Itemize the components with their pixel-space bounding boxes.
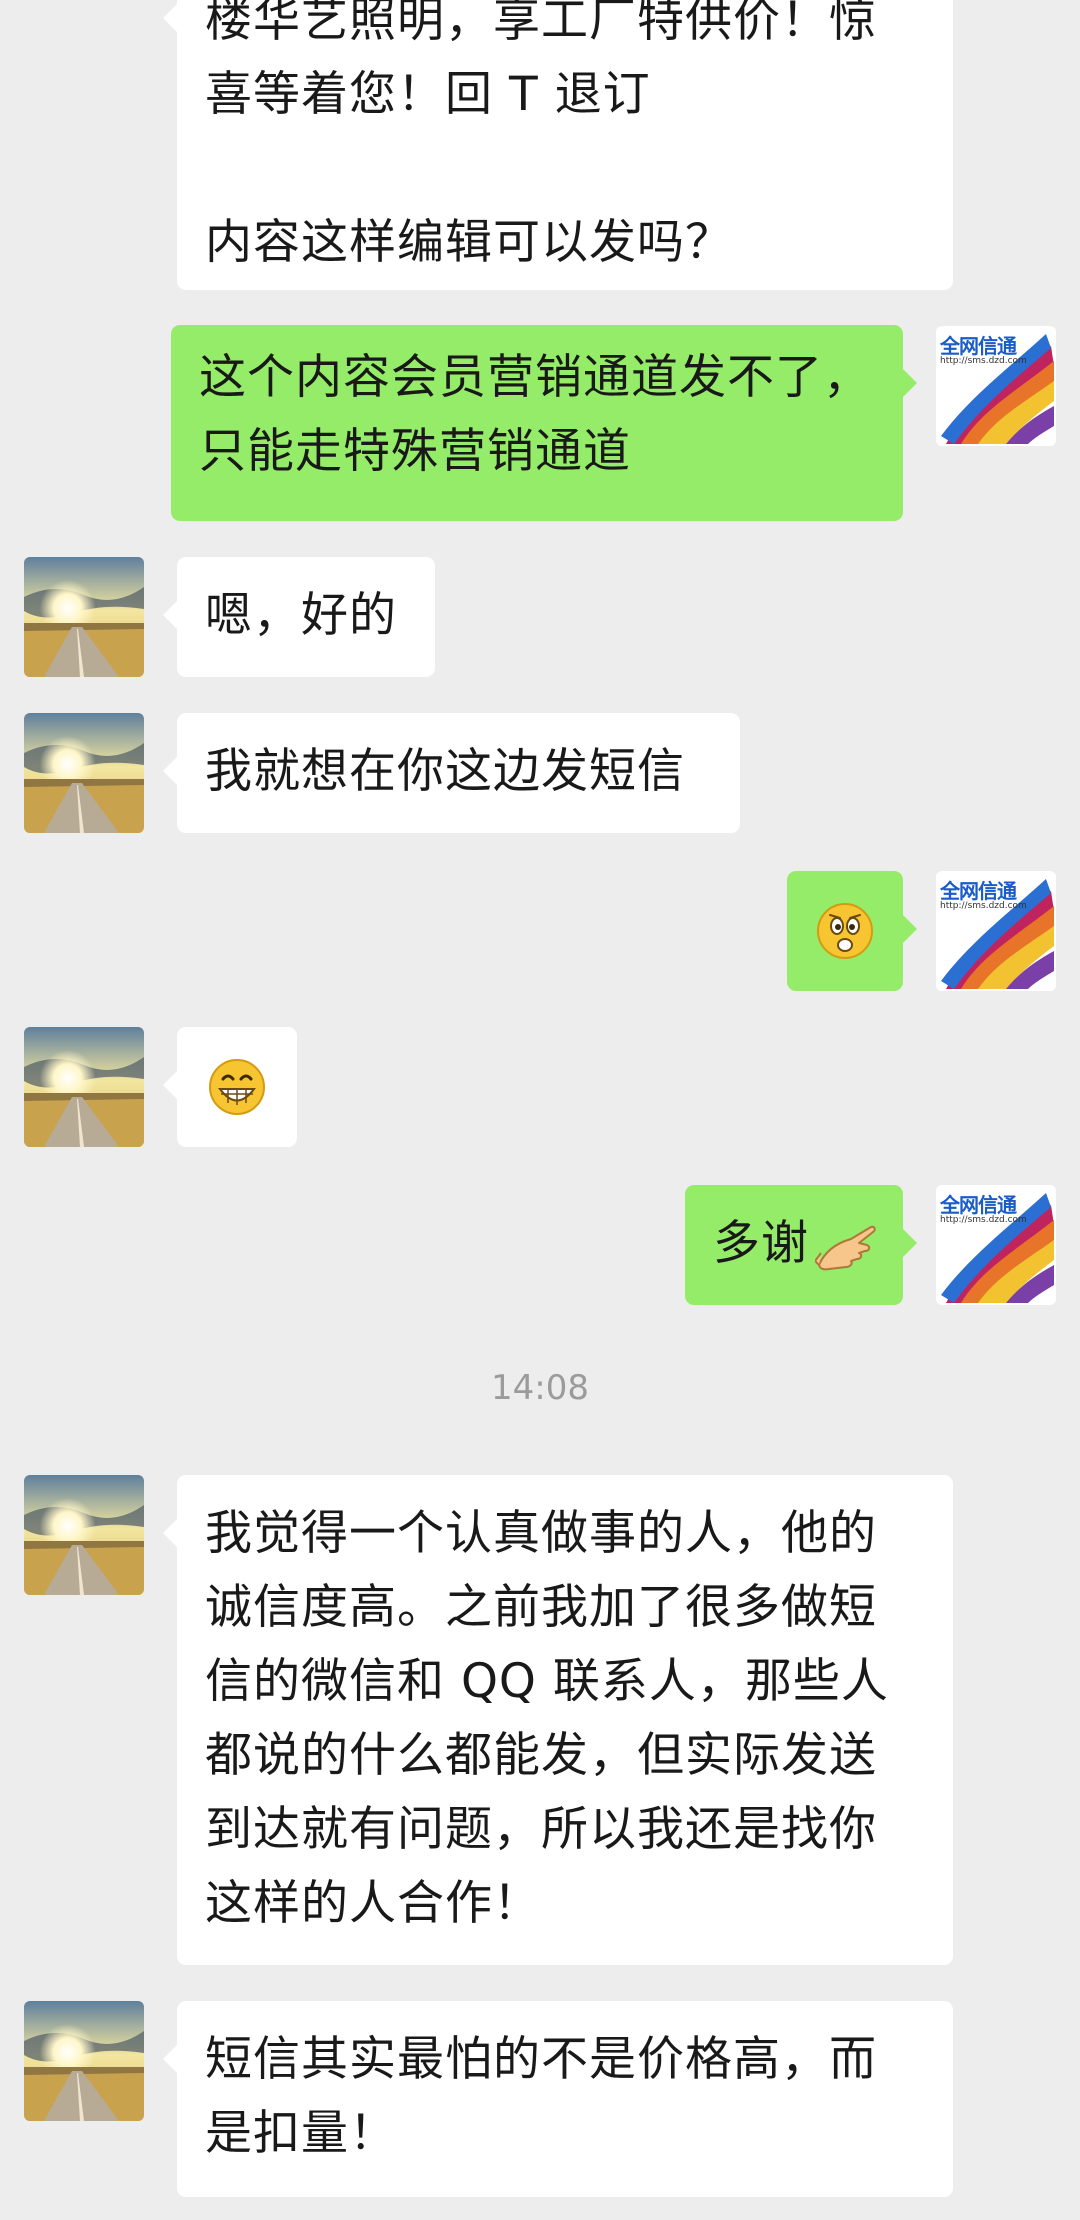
self-avatar[interactable]: 全网信通 http://sms.dzd.com <box>936 871 1056 991</box>
self-avatar[interactable]: 全网信通 http://sms.dzd.com <box>936 326 1056 446</box>
self-avatar-url-text: http://sms.dzd.com <box>940 1215 1027 1225</box>
message-bubble-self[interactable]: 这个内容会员营销通道发不了， 只能走特殊营销通道 <box>171 325 917 521</box>
message-text: 只能走特殊营销通道 <box>199 424 631 479</box>
message-text: 多谢 <box>713 1216 809 1271</box>
sunset-road-icon <box>24 1027 144 1147</box>
surprised-face-emoji-icon <box>817 903 873 959</box>
message-text: 我就想在你这边发短信 <box>205 744 685 799</box>
pointing-hand-emoji-icon <box>815 1225 876 1270</box>
sunset-road-icon <box>24 2001 144 2121</box>
sunset-road-icon <box>24 1475 144 1595</box>
message-timestamp: 14:08 <box>491 1368 589 1408</box>
sunset-road-icon <box>24 713 144 833</box>
self-avatar-logo-text: 全网信通 <box>940 1193 1017 1217</box>
message-text: 都说的什么都能发，但实际发送 <box>205 1728 877 1783</box>
contact-avatar[interactable] <box>24 1027 144 1147</box>
message-text: 这样的人合作！ <box>205 1876 541 1931</box>
grinning-face-emoji-icon <box>209 1059 265 1115</box>
contact-avatar[interactable] <box>24 2001 144 2121</box>
contact-avatar[interactable] <box>24 713 144 833</box>
contact-avatar[interactable] <box>24 557 144 677</box>
message-text: 嗯，好的 <box>205 588 397 643</box>
contact-avatar[interactable] <box>24 1475 144 1595</box>
sunset-road-icon <box>24 557 144 677</box>
message-text: 喜等着您！回 T 退订 <box>205 67 651 122</box>
message-text: 内容这样编辑可以发吗？ <box>205 215 733 270</box>
self-avatar-url-text: http://sms.dzd.com <box>940 356 1027 366</box>
message-bubble-contact[interactable]: 短信其实最怕的不是价格高，而 是扣量！ <box>163 2001 953 2197</box>
message-bubble-contact[interactable]: 我觉得一个认真做事的人，他的 诚信度高。之前我加了很多做短 信的微信和 QQ 联… <box>163 1475 953 1965</box>
message-bubble-contact[interactable]: 楼华艺照明，享工厂特供价！惊 喜等着您！回 T 退订 内容这样编辑可以发吗？ <box>163 0 953 290</box>
message-bubble-contact[interactable]: 嗯，好的 <box>163 557 435 677</box>
self-avatar-logo-text: 全网信通 <box>940 879 1017 903</box>
message-text: 短信其实最怕的不是价格高，而 <box>205 2032 877 2087</box>
message-text: 这个内容会员营销通道发不了， <box>199 350 871 405</box>
self-avatar-logo-text: 全网信通 <box>940 334 1017 358</box>
message-text: 我觉得一个认真做事的人，他的 <box>205 1506 877 1561</box>
message-bubble-contact[interactable] <box>163 1027 297 1147</box>
message-bubble-self[interactable] <box>787 871 917 991</box>
message-bubble-self[interactable]: 多谢 <box>685 1185 917 1305</box>
self-avatar-url-text: http://sms.dzd.com <box>940 901 1027 911</box>
message-text: 到达就有问题，所以我还是找你 <box>205 1802 877 1857</box>
message-text: 楼华艺照明，享工厂特供价！惊 <box>205 0 877 48</box>
message-text: 信的微信和 QQ 联系人，那些人 <box>205 1654 889 1709</box>
message-text: 诚信度高。之前我加了很多做短 <box>205 1580 877 1635</box>
self-avatar[interactable]: 全网信通 http://sms.dzd.com <box>936 1185 1056 1305</box>
message-text: 是扣量！ <box>205 2106 397 2161</box>
message-bubble-contact[interactable]: 我就想在你这边发短信 <box>163 713 740 833</box>
